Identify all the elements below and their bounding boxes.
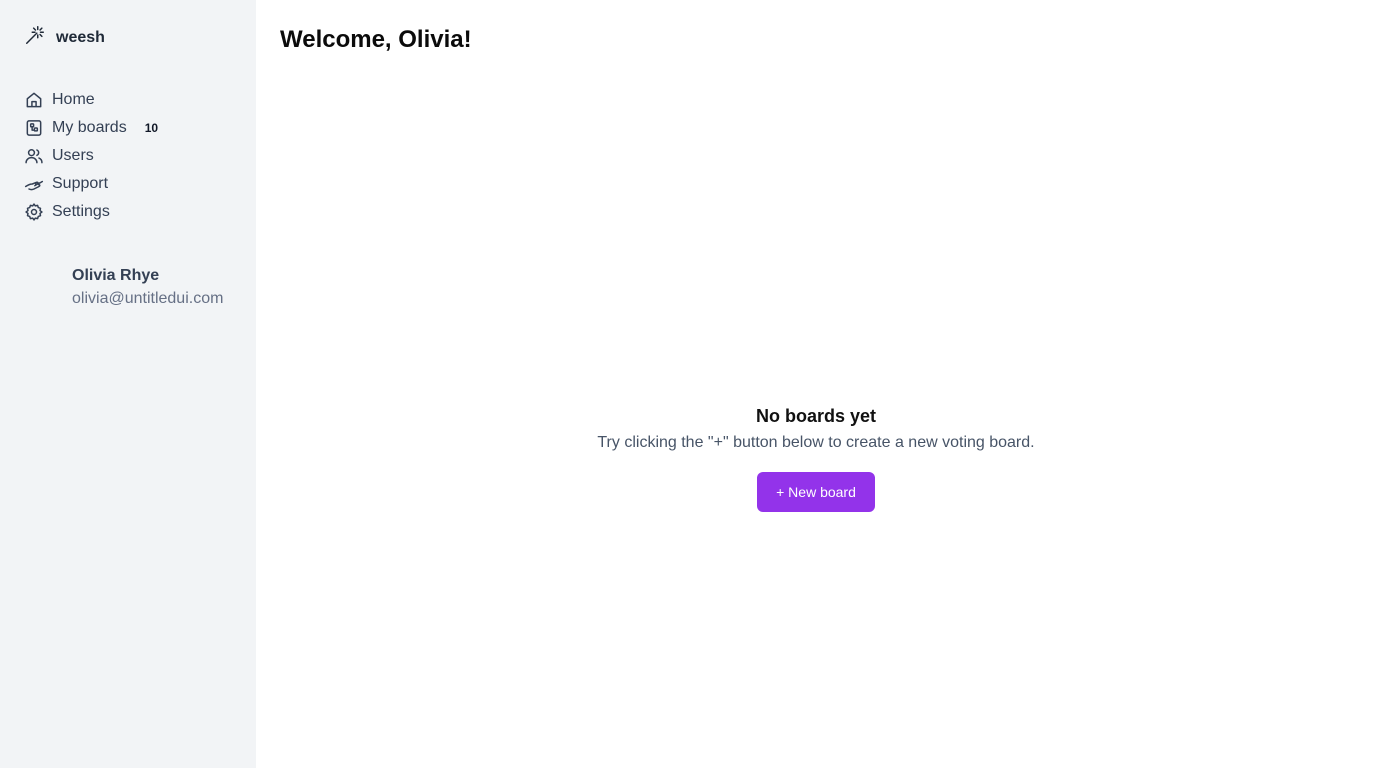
sidebar-item-my-boards[interactable]: My boards 10 (24, 114, 158, 142)
empty-state-subtitle: Try clicking the "+" button below to cre… (597, 434, 1035, 451)
sidebar-item-label: Home (52, 91, 95, 108)
gear-icon (24, 202, 44, 222)
sidebar-item-users[interactable]: Users (24, 142, 158, 170)
sidebar-item-label: My boards (52, 119, 127, 136)
empty-state-title: No boards yet (755, 406, 877, 426)
sidebar-item-settings[interactable]: Settings (24, 198, 158, 226)
new-board-button[interactable]: + New board (757, 472, 875, 512)
sidebar-nav: Home My boards 10 Users Support Settings (24, 86, 158, 226)
brand[interactable]: weesh (24, 24, 105, 51)
sidebar-item-label: Support (52, 175, 109, 192)
page-title: Welcome, Olivia! (280, 26, 472, 53)
boards-icon (24, 118, 44, 138)
users-icon (24, 146, 44, 166)
magic-wand-icon (24, 24, 46, 51)
sidebar: weesh Home My boards 10 Users Support Se… (0, 0, 256, 768)
sidebar-item-support[interactable]: Support (24, 170, 158, 198)
brand-name: weesh (56, 28, 105, 46)
app-root: weesh Home My boards 10 Users Support Se… (0, 0, 1376, 768)
user-profile[interactable]: Olivia Rhye olivia@untitledui.com (72, 266, 223, 310)
empty-state: No boards yet Try clicking the "+" butto… (256, 404, 1376, 512)
support-handshake-icon (24, 174, 44, 194)
sidebar-item-home[interactable]: Home (24, 86, 158, 114)
user-email: olivia@untitledui.com (72, 290, 224, 307)
boards-count-badge: 10 (144, 121, 159, 135)
main-content: Welcome, Olivia! No boards yet Try click… (256, 0, 1376, 768)
sidebar-item-label: Users (52, 147, 94, 164)
user-name: Olivia Rhye (72, 267, 160, 284)
sidebar-item-label: Settings (52, 203, 110, 220)
home-icon (24, 90, 44, 110)
